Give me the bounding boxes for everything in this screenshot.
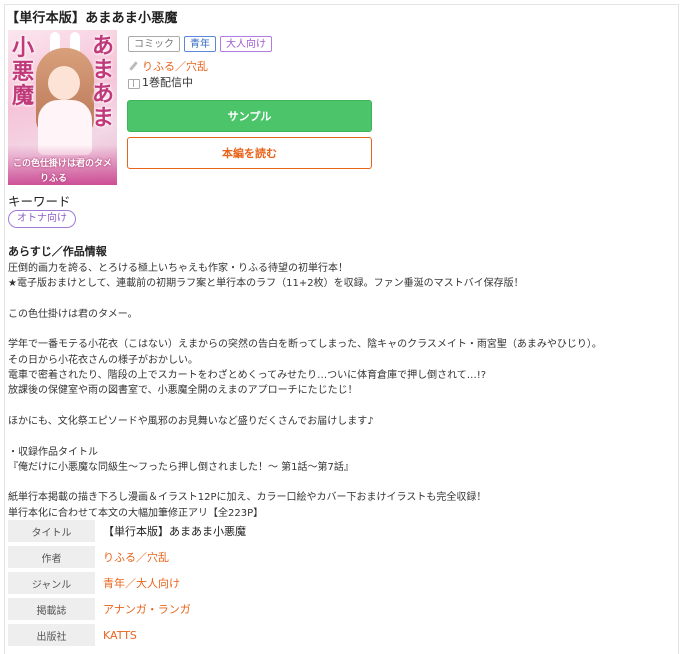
synopsis-line: 放課後の保健室や雨の図書室で、小悪魔全開のえまのアプローチにたじたじ！	[8, 385, 358, 397]
cover-author: りふる	[40, 174, 68, 184]
info-row-publisher: 出版社 KATTS	[8, 624, 668, 646]
author-link[interactable]: りふる／穴乱	[142, 58, 208, 74]
cover-title-side: 小悪魔	[12, 35, 35, 109]
synopsis-line: 学年で一番モテる小花衣（こはない）えまからの突然の告白を断ってしまった、陰キャの…	[8, 339, 602, 351]
synopsis-line	[8, 322, 668, 337]
page-title: 【単行本版】あまあま小悪魔	[6, 11, 178, 26]
synopsis-text: 圧倒的画力を誇る、とろける極上いちゃえも作家・りふる待望の初単行本！ ★電子版お…	[8, 261, 668, 521]
keywords-heading: キーワード	[8, 194, 71, 209]
info-value-link[interactable]: アナンガ・ランガ	[95, 601, 191, 617]
info-row-genre: ジャンル 青年／大人向け	[8, 572, 668, 594]
volume-line: 1巻配信中	[128, 74, 193, 90]
info-value-link[interactable]: りふる／穴乱	[95, 549, 169, 565]
info-value-link[interactable]: KATTS	[95, 629, 137, 642]
author-line[interactable]: りふる／穴乱	[128, 58, 208, 74]
synopsis-line: ★電子版おまけとして、連載前の初期ラフ案と単行本のラフ（11+2枚）を収録。ファ…	[8, 278, 524, 290]
sample-button[interactable]: サンプル	[127, 100, 372, 132]
tag-seinen[interactable]: 青年	[184, 36, 216, 52]
info-label: 作者	[8, 546, 95, 568]
genre-tags: コミック 青年 大人向け	[128, 36, 272, 52]
cover-face	[48, 66, 80, 100]
synopsis-line: 『俺だけに小悪魔な同級生～フったら押し倒されました！～ 第1話～第7話』	[8, 461, 354, 473]
keyword-tag[interactable]: オトナ向け	[8, 210, 76, 228]
synopsis-line: 単行本化に合わせて本文の大幅加筆修正アリ【全223P】	[8, 507, 264, 519]
synopsis-line: 電車で密着されたり、階段の上でスカートをわざとめくってみせたり…ついに体育倉庫で…	[8, 370, 487, 382]
synopsis-line	[8, 292, 668, 307]
read-button[interactable]: 本編を読む	[127, 137, 372, 169]
info-label: ジャンル	[8, 572, 95, 594]
cover-title-top: あまあま	[92, 33, 115, 131]
info-row-author: 作者 りふる／穴乱	[8, 546, 668, 568]
cover-image[interactable]: 小悪魔 あまあま この色仕掛けは君のタメ りふる	[8, 30, 117, 185]
synopsis-line: 圧倒的画力を誇る、とろける極上いちゃえも作家・りふる待望の初単行本！	[8, 263, 348, 274]
info-label: 出版社	[8, 624, 95, 646]
info-row-title: タイトル 【単行本版】あまあま小悪魔	[8, 520, 668, 542]
synopsis-line	[8, 475, 668, 490]
info-label: 掲載誌	[8, 598, 95, 620]
synopsis-line: その日から小花衣さんの様子がおかしい。	[8, 354, 198, 366]
tag-adult[interactable]: 大人向け	[220, 36, 272, 52]
synopsis-line: ほかにも、文化祭エピソードや風邪のお見舞いなど盛りだくさんでお届けします♪	[8, 415, 374, 427]
info-value-link[interactable]: 青年／大人向け	[95, 575, 180, 591]
synopsis-line	[8, 399, 668, 414]
info-table: タイトル 【単行本版】あまあま小悪魔 作者 りふる／穴乱 ジャンル 青年／大人向…	[8, 520, 668, 650]
info-value: 【単行本版】あまあま小悪魔	[103, 525, 246, 538]
synopsis-line: 紙単行本掲載の描き下ろし漫画＆イラスト12Pに加え、カラー口絵やカバー下おまけイ…	[8, 492, 487, 504]
book-icon	[128, 77, 140, 89]
info-row-magazine: 掲載誌 アナンガ・ランガ	[8, 598, 668, 620]
synopsis-line: ・収録作品タイトル	[8, 446, 98, 458]
info-label: タイトル	[8, 520, 95, 542]
synopsis-line	[8, 429, 668, 444]
pen-icon	[128, 61, 139, 72]
cover-subtitle: この色仕掛けは君のタメ	[13, 159, 112, 169]
tag-comic[interactable]: コミック	[128, 36, 180, 52]
synopsis-line: この色仕掛けは君のタメー。	[8, 308, 138, 320]
volume-count: 1巻配信中	[142, 76, 193, 89]
synopsis-heading: あらすじ／作品情報	[8, 245, 107, 258]
